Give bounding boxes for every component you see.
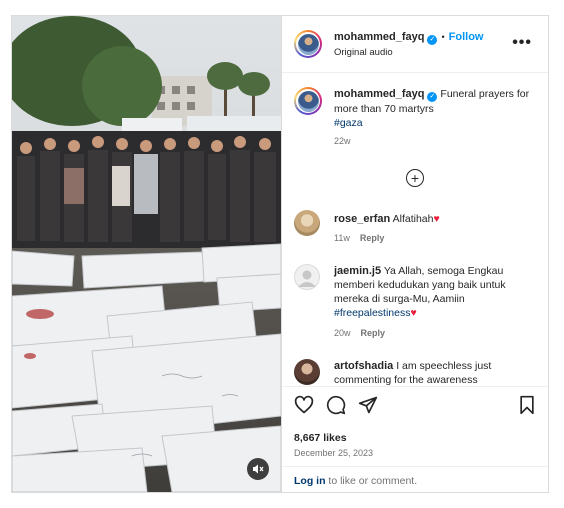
bookmark-icon[interactable]: [518, 395, 536, 415]
comment-body: Alfatihah: [392, 213, 434, 225]
commenter-avatar[interactable]: [294, 210, 320, 236]
follow-button[interactable]: Follow: [449, 31, 484, 43]
comment-age[interactable]: 20w: [334, 328, 351, 338]
more-options-icon[interactable]: •••: [512, 34, 532, 52]
heart-emoji-icon: ♥: [433, 213, 440, 225]
default-avatar-icon: [298, 270, 316, 287]
login-prompt: Log in to like or comment.: [294, 475, 417, 487]
action-bar: [282, 387, 548, 427]
login-link[interactable]: Log in: [294, 475, 326, 487]
caption-text: mohammed_fayq ✓ Funeral prayers for more …: [334, 87, 534, 130]
login-divider: [282, 466, 548, 467]
post-video[interactable]: [12, 16, 281, 492]
likes-count[interactable]: 8,667 likes: [294, 432, 347, 444]
comment-text: jaemin.j5 Ya Allah, semoga Engkau member…: [334, 264, 534, 320]
reply-button[interactable]: Reply: [360, 233, 385, 243]
post-date[interactable]: December 25, 2023: [294, 448, 373, 458]
caption-author-avatar[interactable]: [294, 87, 322, 115]
mute-button[interactable]: [247, 458, 269, 480]
caption-hashtag[interactable]: #gaza: [334, 117, 363, 129]
comment-username[interactable]: rose_erfan: [334, 213, 390, 225]
heart-emoji-icon: ♥: [410, 307, 417, 319]
header-line: mohammed_fayq ✓ • Follow: [334, 31, 483, 45]
comment-meta: 11w Reply: [334, 233, 394, 243]
author-username[interactable]: mohammed_fayq: [334, 31, 424, 43]
post-header: mohammed_fayq ✓ • Follow Original audio •••: [282, 16, 548, 73]
separator-dot: •: [441, 32, 445, 42]
login-prompt-text: to like or comment.: [328, 475, 418, 487]
verified-icon: ✓: [427, 35, 438, 45]
load-more-comments-icon[interactable]: +: [406, 169, 424, 187]
audio-label[interactable]: Original audio: [334, 47, 393, 58]
comment-username[interactable]: artofshadia: [334, 360, 393, 372]
comment-username[interactable]: jaemin.j5: [334, 265, 381, 277]
comment-hashtag[interactable]: #freepalestiness: [334, 307, 410, 319]
comment-age[interactable]: 11w: [334, 233, 350, 243]
commenter-avatar[interactable]: [294, 359, 320, 385]
caption-username[interactable]: mohammed_fayq: [334, 88, 424, 100]
comment-text: rose_erfan Alfatihah♥: [334, 212, 534, 226]
author-avatar[interactable]: [294, 30, 322, 58]
comment-meta: 20w Reply: [334, 328, 395, 338]
heart-icon[interactable]: [294, 395, 314, 415]
post-card: mohammed_fayq ✓ • Follow Original audio •••…: [11, 15, 549, 493]
comment-text: artofshadia I am speechless just comment…: [334, 359, 534, 386]
post-details-panel: mohammed_fayq ✓ • Follow Original audio •••…: [282, 16, 548, 492]
caption-meta: 22w: [334, 136, 361, 146]
video-frame: [12, 16, 281, 492]
reply-button[interactable]: Reply: [361, 328, 386, 338]
comment-icon[interactable]: [326, 395, 346, 415]
caption-age[interactable]: 22w: [334, 136, 351, 146]
share-icon[interactable]: [358, 395, 378, 415]
commenter-avatar[interactable]: [294, 264, 320, 290]
comments-section: mohammed_fayq ✓ Funeral prayers for more …: [282, 73, 548, 386]
verified-icon: ✓: [427, 92, 438, 102]
speaker-muted-icon: [253, 464, 264, 474]
